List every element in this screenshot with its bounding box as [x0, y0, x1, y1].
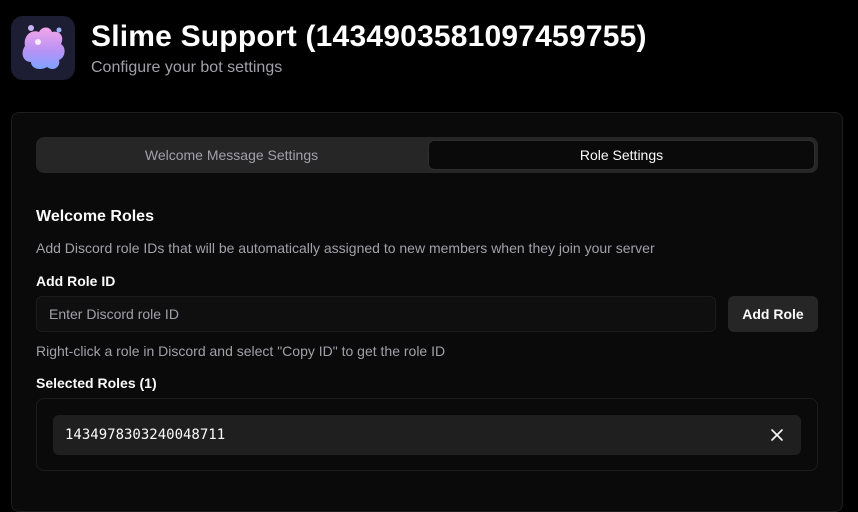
page-title: Slime Support (1434903581097459755) [91, 20, 647, 53]
remove-role-button[interactable] [765, 423, 789, 447]
role-id-hint: Right-click a role in Discord and select… [36, 343, 446, 359]
bot-avatar [11, 16, 75, 80]
section-title: Welcome Roles [36, 208, 154, 225]
settings-tabs: Welcome Message Settings Role Settings [36, 137, 818, 173]
role-chip: 1434978303240048711 [53, 415, 801, 455]
selected-roles-label: Selected Roles (1) [36, 375, 157, 391]
section-description: Add Discord role IDs that will be automa… [36, 240, 655, 256]
tab-role-settings[interactable]: Role Settings [428, 140, 815, 170]
role-id-input[interactable] [36, 296, 716, 332]
tab-welcome-message-settings[interactable]: Welcome Message Settings [39, 140, 424, 170]
add-role-button[interactable]: Add Role [728, 296, 818, 332]
close-icon [771, 429, 783, 441]
selected-roles-list: 1434978303240048711 [36, 398, 818, 471]
settings-card: Welcome Message Settings Role Settings W… [11, 112, 843, 512]
role-id: 1434978303240048711 [65, 427, 226, 443]
page-subtitle: Configure your bot settings [91, 59, 283, 76]
add-role-id-label: Add Role ID [36, 273, 116, 289]
slime-avatar-icon [22, 25, 65, 70]
page-header: Slime Support (1434903581097459755) Conf… [11, 16, 647, 80]
